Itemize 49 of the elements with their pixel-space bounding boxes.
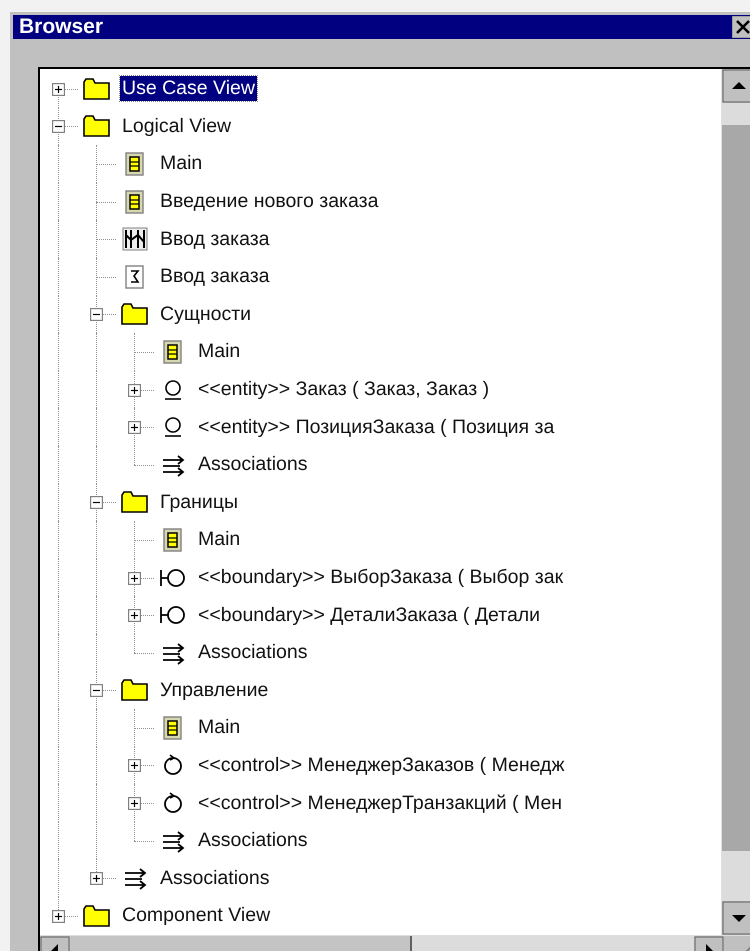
folder-icon [120, 301, 150, 328]
tree-item[interactable]: Управление [158, 678, 270, 703]
tree-item[interactable]: Associations [196, 640, 310, 666]
tree-item[interactable]: Use Case View [120, 76, 257, 102]
expand-icon[interactable] [128, 759, 141, 772]
folder-icon [82, 76, 112, 102]
tree-item[interactable]: Logical View [120, 114, 234, 139]
tree-item[interactable]: <<entity>> ПозицияЗаказа ( Позиция за [196, 414, 556, 440]
tree-item[interactable]: Main [158, 151, 204, 176]
expand-icon[interactable] [128, 572, 141, 585]
expand-icon[interactable] [90, 872, 103, 886]
collapse-icon[interactable] [90, 496, 103, 510]
expand-icon[interactable] [52, 82, 65, 96]
tree-item[interactable]: Границы [158, 490, 240, 515]
diagram-icon [120, 226, 150, 252]
vertical-scrollbar[interactable] [721, 69, 750, 935]
expand-icon[interactable] [128, 797, 141, 810]
scroll-thumb[interactable] [722, 125, 750, 851]
tree-item[interactable]: Ввод заказа [158, 264, 272, 290]
expand-icon[interactable] [128, 384, 141, 397]
folder-icon [82, 113, 112, 140]
tree-item[interactable]: Ввод заказа [158, 226, 272, 252]
scroll-up-icon[interactable] [722, 69, 750, 103]
tree-item[interactable]: Component View [120, 903, 272, 928]
tree-item[interactable]: <<boundary>> ДеталиЗаказа ( Детали [196, 602, 542, 628]
expand-icon[interactable] [52, 910, 65, 923]
expand-icon[interactable] [128, 609, 141, 622]
tree-item[interactable]: Main [196, 527, 242, 552]
tree-item[interactable]: Associations [196, 452, 310, 478]
folder-icon [82, 902, 112, 929]
tree-item[interactable]: Введение нового заказа [158, 189, 380, 214]
tree-item[interactable]: <<entity>> Заказ ( Заказ, Заказ ) [196, 377, 492, 402]
tree-item[interactable]: Main [196, 339, 242, 364]
tree-item[interactable]: Main [196, 715, 242, 740]
tree-item[interactable]: <<control>> МенеджерТранзакций ( Мен [196, 790, 564, 816]
close-icon[interactable] [732, 16, 750, 38]
scroll-down-icon[interactable] [722, 900, 750, 935]
collapse-icon[interactable] [90, 684, 103, 698]
collapse-icon[interactable] [90, 308, 103, 322]
tree-item[interactable]: <<control>> МенеджерЗаказов ( Менедж [196, 752, 566, 778]
collapse-icon[interactable] [52, 120, 65, 134]
tree-item[interactable]: <<boundary>> ВыборЗаказа ( Выбор зак [196, 565, 566, 590]
window-title: Browser [19, 15, 104, 39]
tree-item[interactable]: Associations [158, 866, 272, 891]
folder-icon [120, 677, 150, 704]
tree-item[interactable]: Сущности [158, 302, 254, 327]
expand-icon[interactable] [128, 421, 141, 434]
tree-item[interactable]: Associations [196, 828, 310, 854]
folder-icon [120, 489, 150, 516]
